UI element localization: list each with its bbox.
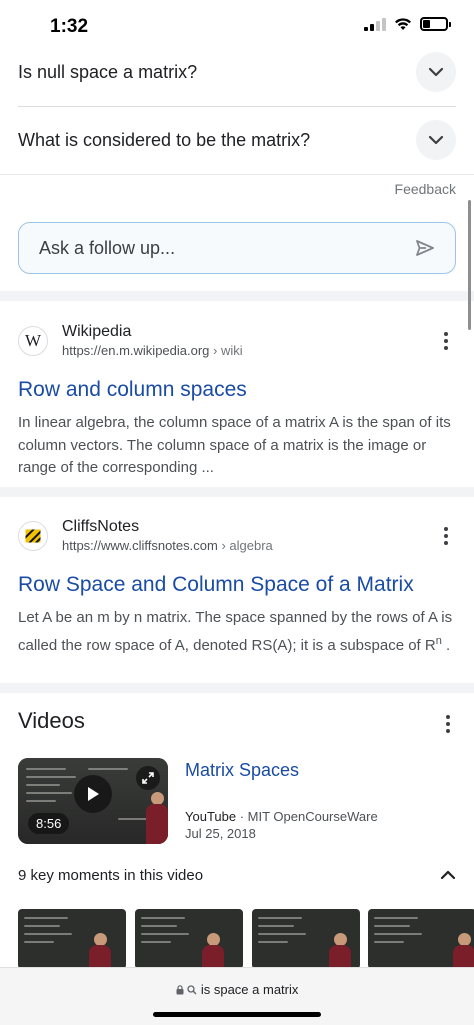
expand-button[interactable] [416, 120, 456, 160]
scrollbar[interactable] [468, 200, 471, 330]
feedback-link[interactable]: Feedback [395, 181, 456, 197]
more-vert-icon[interactable] [436, 527, 456, 545]
result-source[interactable]: CliffsNotes https://www.cliffsnotes.com … [18, 513, 456, 559]
status-time: 1:32 [50, 16, 89, 37]
videos-heading: Videos [18, 708, 85, 733]
source-url: https://en.m.wikipedia.org › wiki [62, 343, 243, 358]
follow-up-placeholder: Ask a follow up... [39, 237, 176, 258]
address-text[interactable]: is space a matrix [0, 982, 474, 997]
video-duration: 8:56 [28, 813, 70, 834]
key-moment-thumbnail[interactable] [135, 909, 243, 969]
key-moments-toggle[interactable]: 9 key moments in this video [18, 860, 456, 890]
section-divider [0, 174, 474, 175]
search-result: CliffsNotes https://www.cliffsnotes.com … [18, 513, 456, 657]
follow-up-input[interactable]: Ask a follow up... [18, 222, 456, 274]
result-snippet: In linear algebra, the column space of a… [18, 414, 451, 476]
key-moments-label: 9 key moments in this video [18, 866, 204, 884]
search-result: W Wikipedia https://en.m.wikipedia.org ›… [18, 318, 456, 480]
browser-address-bar[interactable]: is space a matrix [0, 967, 474, 1025]
expand-button[interactable] [416, 52, 456, 92]
key-moment-thumbnail[interactable] [368, 909, 474, 969]
chevron-down-icon [428, 67, 444, 77]
expand-button[interactable] [136, 766, 160, 790]
video-platform: YouTube [185, 809, 237, 824]
video-date: Jul 25, 2018 [185, 826, 256, 841]
faq-question: Is null space a matrix? [18, 61, 198, 82]
search-icon [187, 985, 197, 995]
cliffsnotes-favicon-icon [18, 521, 48, 551]
faq-question: What is considered to be the matrix? [18, 129, 311, 150]
section-separator [0, 683, 474, 693]
wikipedia-favicon-icon: W [18, 326, 48, 356]
wifi-icon [395, 18, 411, 30]
expand-icon [142, 772, 154, 784]
chevron-down-icon [428, 135, 444, 145]
chevron-up-icon [440, 870, 456, 880]
video-channel: · MIT OpenCourseWare [236, 809, 378, 824]
battery-icon [420, 17, 451, 31]
play-button[interactable] [74, 775, 112, 813]
section-separator [0, 291, 474, 301]
faq-item[interactable]: What is considered to be the matrix? [18, 106, 456, 174]
key-moment-thumbnail[interactable] [252, 909, 360, 969]
video-card[interactable]: 8:56 Matrix Spaces YouTube · MIT OpenCou… [18, 758, 456, 844]
home-indicator[interactable] [153, 1012, 321, 1017]
faq-item[interactable]: Is null space a matrix? [18, 38, 456, 106]
source-name: Wikipedia [62, 323, 132, 340]
source-url: https://www.cliffsnotes.com › algebra [62, 538, 273, 553]
key-moment-thumbnail[interactable] [18, 909, 126, 969]
video-thumbnail[interactable]: 8:56 [18, 758, 168, 844]
result-source[interactable]: W Wikipedia https://en.m.wikipedia.org ›… [18, 318, 456, 364]
video-title-link[interactable]: Matrix Spaces [185, 760, 299, 781]
result-title-link[interactable]: Row Space and Column Space of a Matrix [18, 571, 456, 599]
video-meta: YouTube · MIT OpenCourseWare Jul 25, 201… [185, 808, 378, 842]
more-vert-icon[interactable] [436, 332, 456, 350]
play-icon [88, 787, 99, 801]
more-vert-icon[interactable] [438, 715, 458, 733]
result-title-link[interactable]: Row and column spaces [18, 376, 456, 404]
key-moments-strip [18, 909, 474, 969]
source-name: CliffsNotes [62, 518, 140, 535]
send-icon[interactable] [415, 239, 435, 257]
lock-icon [176, 985, 184, 995]
section-separator [0, 487, 474, 497]
status-icons [364, 17, 451, 31]
result-snippet: Let A be an m by n matrix. The space spa… [18, 609, 453, 654]
cellular-signal-icon [364, 17, 386, 31]
